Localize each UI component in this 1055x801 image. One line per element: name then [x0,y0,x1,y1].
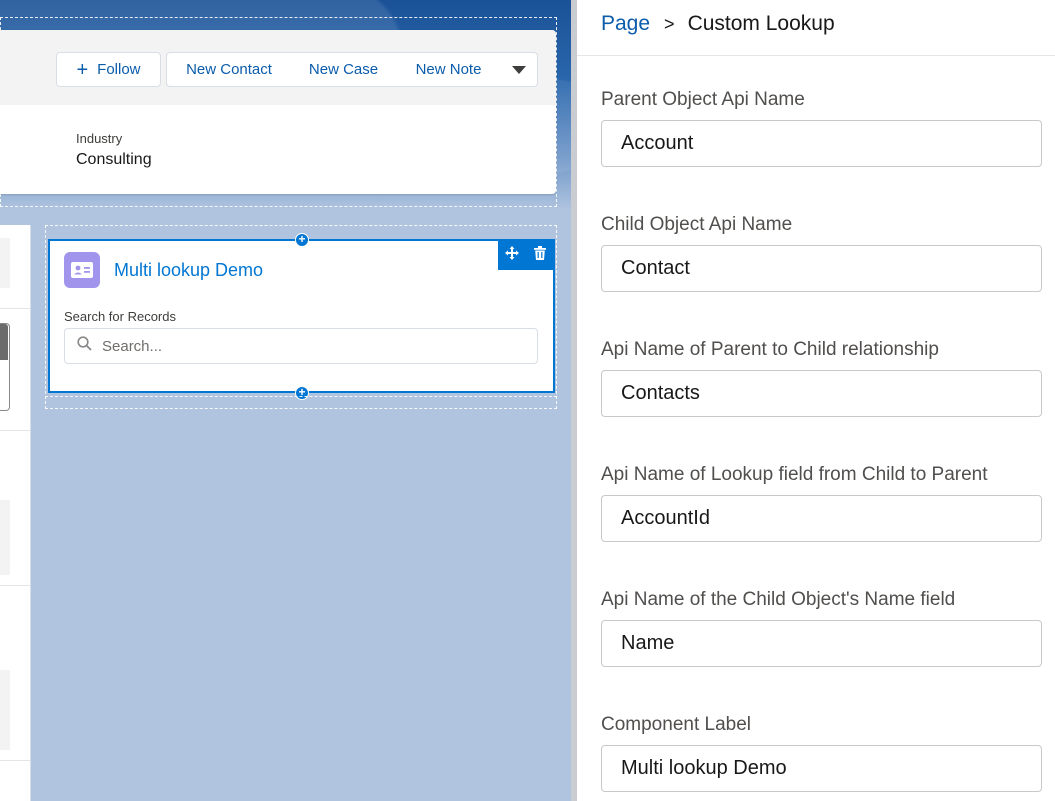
search-icon [77,336,92,356]
prop-label: Api Name of Parent to Child relationship [601,339,939,360]
prop-lookup-field: Api Name of Lookup field from Child to P… [601,463,1042,542]
breadcrumb-page-link[interactable]: Page [601,12,650,36]
chevron-down-icon [512,65,526,74]
follow-label: Follow [97,61,141,78]
left-col-seg [0,238,10,288]
left-col-seg [0,670,10,750]
search-box[interactable] [64,328,538,364]
industry-value: Consulting [76,151,152,168]
prop-parent-object: Parent Object Api Name [601,88,1042,167]
prop-label: Parent Object Api Name [601,89,805,110]
more-actions-button[interactable] [501,52,538,87]
new-case-label: New Case [308,61,379,78]
left-scrollbar-thumb[interactable] [0,324,8,360]
child-object-input[interactable] [601,245,1042,292]
left-scrollbar[interactable] [0,323,10,411]
breadcrumb-separator: > [664,13,675,34]
contact-card-icon [64,252,100,288]
prop-component-label: Component Label [601,713,1042,792]
multi-lookup-component[interactable]: Multi lookup Demo Search for Records [48,239,555,393]
property-panel: Page > Custom Lookup Parent Object Api N… [577,0,1055,801]
search-input[interactable] [100,336,524,356]
left-col-divider [0,430,30,431]
relationship-input[interactable] [601,370,1042,417]
prop-label: Child Object Api Name [601,214,793,235]
page-canvas: + Follow New Contact New Case New Note I… [0,0,571,801]
left-col-divider [0,308,30,309]
new-note-button[interactable]: New Note [396,52,502,87]
follow-button[interactable]: + Follow [56,52,161,87]
left-column-region [0,225,31,801]
prop-label: Api Name of Lookup field from Child to P… [601,464,988,485]
lookup-field-input[interactable] [601,495,1042,542]
plus-icon: + [76,58,89,81]
prop-child-object: Child Object Api Name [601,213,1042,292]
industry-label: Industry [76,131,123,146]
name-field-input[interactable] [601,620,1042,667]
prop-label: Component Label [601,714,751,735]
add-component-below-icon[interactable]: + [295,386,309,400]
add-component-above-icon[interactable]: + [295,233,309,247]
component-toolbar [498,241,553,270]
prop-relationship: Api Name of Parent to Child relationship [601,338,1042,417]
prop-name-field: Api Name of the Child Object's Name fiel… [601,588,1042,667]
move-icon[interactable] [505,246,520,265]
panel-divider [577,55,1055,56]
record-header[interactable]: + Follow New Contact New Case New Note I… [0,30,556,194]
component-bottom-outline [45,396,557,397]
breadcrumb-current: Custom Lookup [687,12,835,35]
left-col-divider [0,760,30,761]
parent-object-input[interactable] [601,120,1042,167]
left-col-seg [0,500,10,575]
search-label: Search for Records [64,309,176,324]
trash-icon[interactable] [533,246,546,265]
component-title[interactable]: Multi lookup Demo [114,260,263,281]
breadcrumb: Page > Custom Lookup [601,12,835,36]
new-note-label: New Note [415,61,482,78]
component-label-input[interactable] [601,745,1042,792]
new-case-button[interactable]: New Case [291,52,397,87]
new-contact-label: New Contact [186,61,272,78]
left-col-divider [0,585,30,586]
prop-label: Api Name of the Child Object's Name fiel… [601,589,956,610]
new-contact-button[interactable]: New Contact [166,52,292,87]
